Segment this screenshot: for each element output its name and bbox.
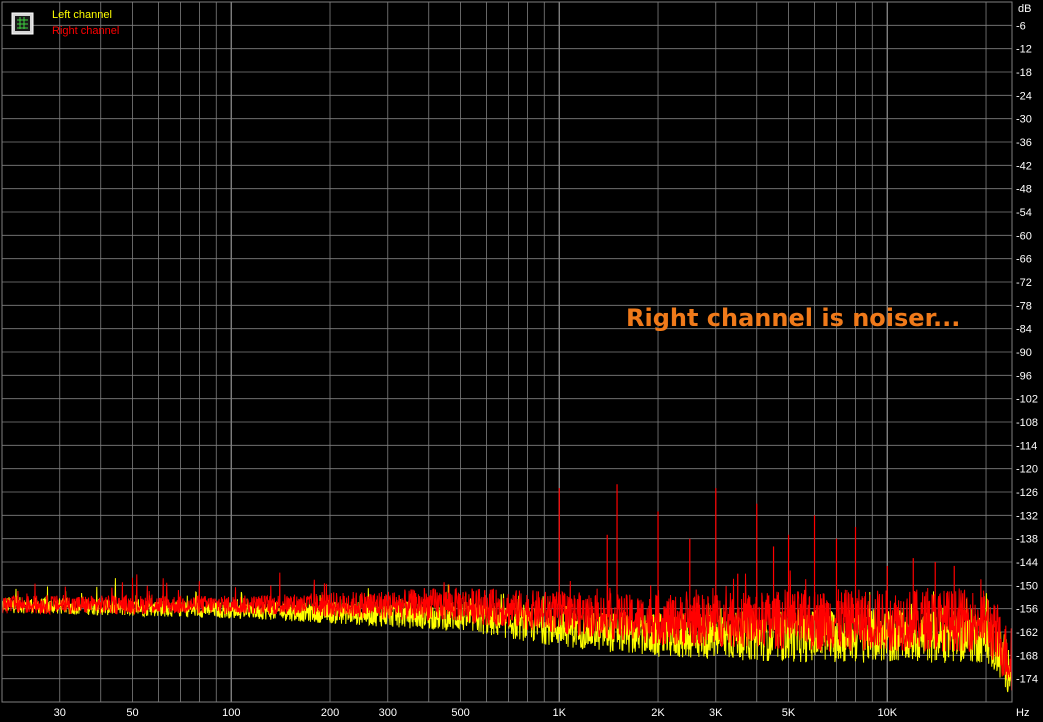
annotation-text: Right channel is noiser... bbox=[626, 304, 960, 332]
y-tick-label: -174 bbox=[1016, 674, 1038, 686]
y-tick-label: -162 bbox=[1016, 627, 1038, 639]
y-tick-label: -54 bbox=[1016, 207, 1032, 219]
y-tick-label: -84 bbox=[1016, 324, 1032, 336]
x-tick-label: 5K bbox=[782, 707, 796, 719]
x-tick-label: 100 bbox=[222, 707, 240, 719]
y-tick-label: -168 bbox=[1016, 650, 1038, 662]
y-tick-label: -120 bbox=[1016, 464, 1038, 476]
x-tick-label: 1K bbox=[553, 707, 567, 719]
x-tick-label: 2K bbox=[651, 707, 665, 719]
legend-entry-left-channel: Left channel bbox=[52, 9, 112, 21]
legend-entry-right-channel: Right channel bbox=[52, 25, 119, 37]
x-tick-label: 50 bbox=[126, 707, 138, 719]
y-tick-label: -72 bbox=[1016, 277, 1032, 289]
x-tick-label: 300 bbox=[379, 707, 397, 719]
y-tick-label: -126 bbox=[1016, 487, 1038, 499]
y-tick-label: -144 bbox=[1016, 557, 1038, 569]
x-unit-label: Hz bbox=[1016, 707, 1029, 719]
y-tick-label: -114 bbox=[1016, 440, 1037, 452]
y-tick-label: -150 bbox=[1016, 580, 1038, 592]
y-tick-label: -60 bbox=[1016, 230, 1032, 242]
y-tick-label: -90 bbox=[1016, 347, 1032, 359]
y-tick-label: -132 bbox=[1016, 510, 1038, 522]
x-tick-label: 200 bbox=[321, 707, 339, 719]
y-tick-label: -156 bbox=[1016, 604, 1038, 616]
y-tick-label: -102 bbox=[1016, 394, 1038, 406]
spectrum-chart: -6 -12 -18 -24 -30 -36 -42 -48 -54 -60 -66 -72 -78 -8… bbox=[0, 0, 1043, 722]
y-tick-label: -96 bbox=[1016, 370, 1032, 382]
y-tick-label: -66 bbox=[1016, 254, 1032, 266]
y-unit-label: dB bbox=[1018, 3, 1031, 15]
y-tick-label: -48 bbox=[1016, 184, 1032, 196]
y-tick-label: -138 bbox=[1016, 534, 1038, 546]
x-tick-label: 10K bbox=[877, 707, 897, 719]
y-tick-label: -30 bbox=[1016, 114, 1032, 126]
x-tick-label: 30 bbox=[54, 707, 66, 719]
y-tick-label: -36 bbox=[1016, 137, 1032, 149]
y-tick-label: -24 bbox=[1016, 90, 1032, 102]
y-tick-label: -42 bbox=[1016, 160, 1032, 172]
y-tick-label: -18 bbox=[1016, 67, 1032, 79]
x-tick-label: 500 bbox=[451, 707, 469, 719]
y-tick-label: -6 bbox=[1016, 20, 1026, 32]
y-tick-label: -78 bbox=[1016, 300, 1032, 312]
y-tick-label: -12 bbox=[1016, 44, 1032, 56]
y-tick-label: -108 bbox=[1016, 417, 1038, 429]
x-tick-label: 3K bbox=[709, 707, 723, 719]
